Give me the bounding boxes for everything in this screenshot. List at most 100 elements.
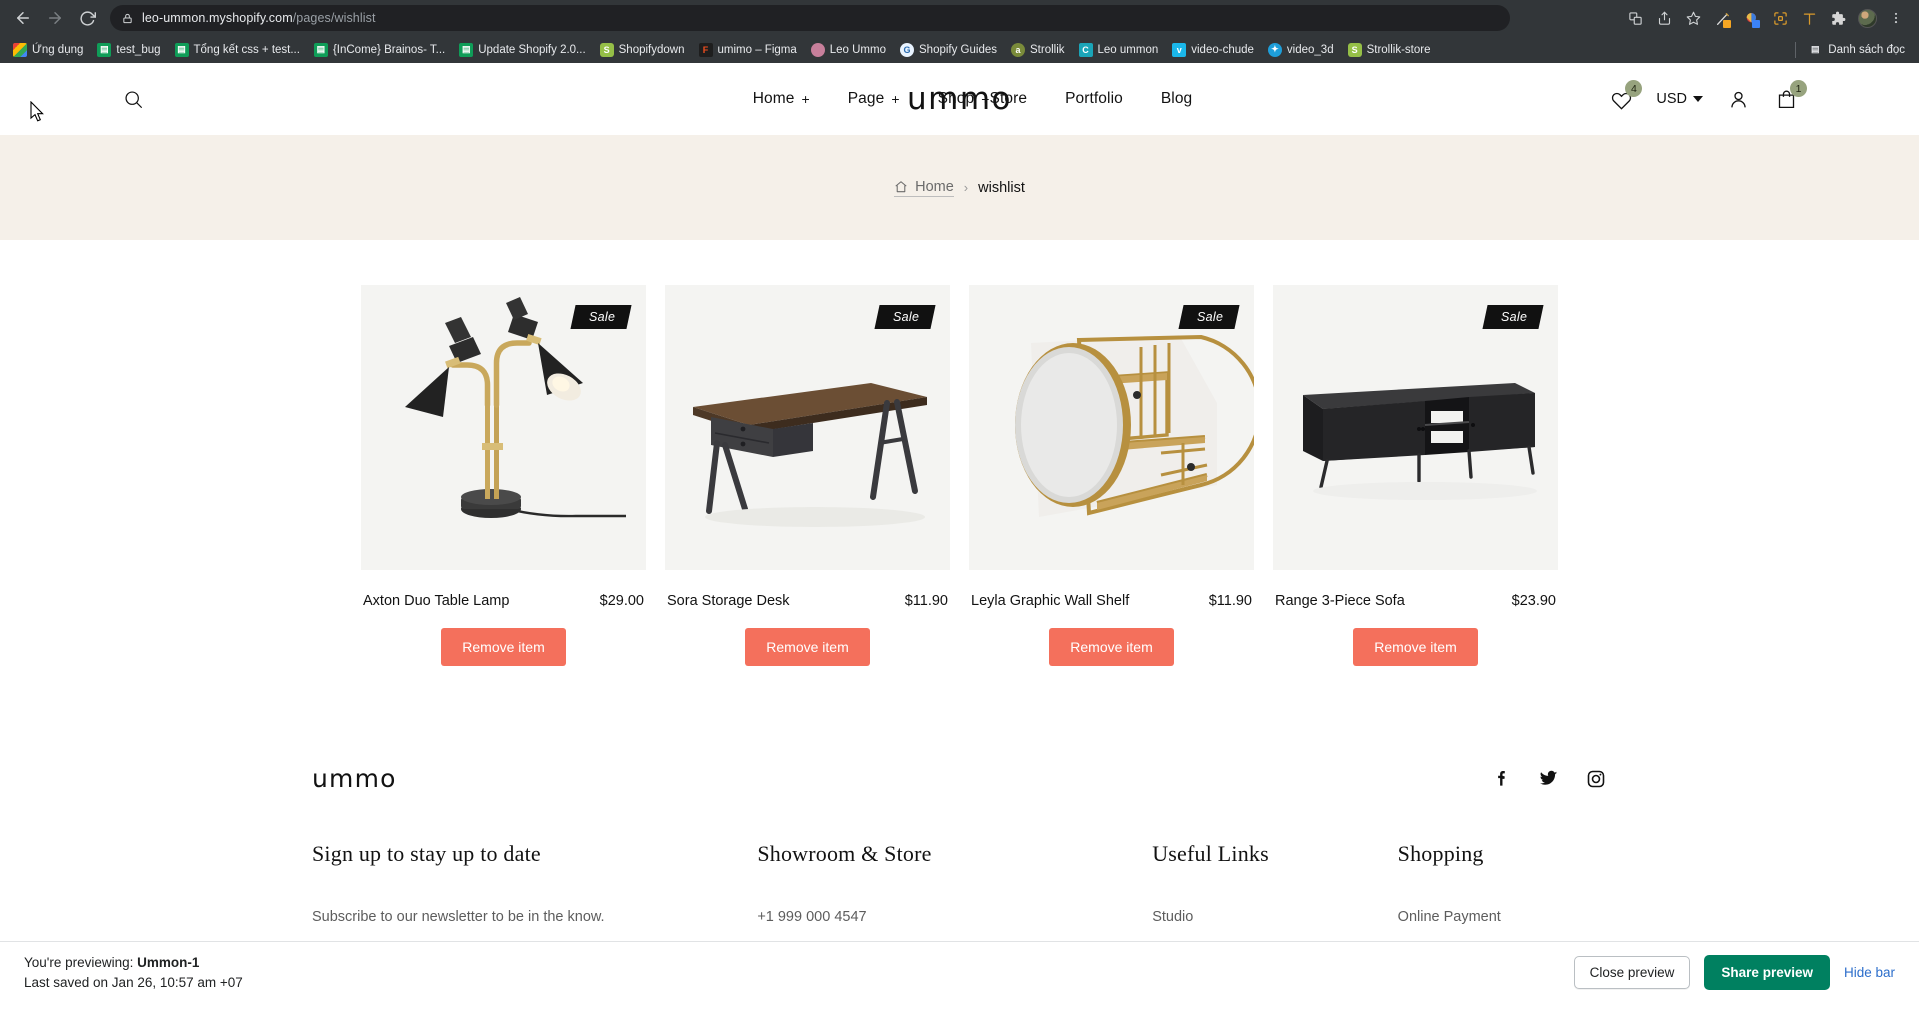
- footer-column-text[interactable]: Studio: [1152, 909, 1397, 925]
- forward-button[interactable]: [40, 3, 70, 33]
- bookmark-label: Tổng kết css + test...: [193, 43, 300, 56]
- nav-item-blog[interactable]: Blog: [1161, 90, 1192, 108]
- product-price: $23.90: [1511, 593, 1556, 609]
- toolbar-right-icons: [1622, 5, 1911, 31]
- nav-item-page[interactable]: Page +: [848, 90, 900, 108]
- close-preview-button[interactable]: Close preview: [1573, 956, 1691, 989]
- bookmark-item[interactable]: ✦ video_3d: [1261, 40, 1341, 60]
- product-meta: Axton Duo Table Lamp $29.00: [361, 570, 646, 609]
- header-utility-icons: 4 USD 1: [1608, 80, 1807, 112]
- footer-column-showroom: Showroom & Store +1 999 000 4547: [757, 841, 1152, 925]
- bookmark-item[interactable]: F umimo – Figma: [692, 40, 804, 60]
- facebook-icon[interactable]: [1489, 768, 1511, 790]
- breadcrumb: Home › wishlist: [894, 179, 1025, 197]
- bookmark-item[interactable]: a Strollik: [1004, 40, 1072, 60]
- bookmark-item[interactable]: ▤ Tổng kết css + test...: [168, 40, 307, 60]
- reload-button[interactable]: [72, 3, 102, 33]
- currency-selector[interactable]: USD: [1656, 91, 1703, 107]
- shopify-guides-icon: G: [900, 42, 914, 57]
- footer-column-title: Sign up to stay up to date: [312, 841, 541, 866]
- translate-icon[interactable]: [1622, 5, 1648, 31]
- bookmark-label: test_bug: [116, 43, 161, 56]
- product-title[interactable]: Leyla Graphic Wall Shelf: [971, 593, 1129, 609]
- share-preview-button[interactable]: Share preview: [1704, 955, 1830, 990]
- lock-icon: [122, 13, 133, 24]
- product-image[interactable]: Sale: [361, 285, 646, 570]
- extension-capture-icon[interactable]: [1767, 5, 1793, 31]
- extension-colorpicker-icon[interactable]: [1738, 5, 1764, 31]
- product-title[interactable]: Sora Storage Desk: [667, 593, 790, 609]
- nav-label: Page: [847, 90, 885, 107]
- bookmark-star-icon[interactable]: [1680, 5, 1706, 31]
- twitter-icon[interactable]: [1537, 768, 1559, 790]
- instagram-icon[interactable]: [1585, 768, 1607, 790]
- bookmark-item[interactable]: ▤ Update Shopify 2.0...: [452, 40, 592, 60]
- wishlist-item: Sale Sora Storage Desk $11.90 Remove ite…: [665, 285, 950, 666]
- footer-column-text[interactable]: Online Payment: [1398, 909, 1607, 925]
- site-logo[interactable]: ummo: [907, 81, 1012, 117]
- preview-last-saved: Last saved on Jan 26, 10:57 am +07: [24, 974, 243, 990]
- product-image[interactable]: Sale: [665, 285, 950, 570]
- bookmark-label: Leo ummon: [1097, 43, 1159, 56]
- bookmark-item[interactable]: C Leo ummon: [1072, 40, 1166, 60]
- remove-item-button[interactable]: Remove item: [441, 628, 566, 666]
- cart-button[interactable]: 1: [1773, 80, 1807, 112]
- profile-avatar[interactable]: [1854, 5, 1880, 31]
- reading-list-label[interactable]: Danh sách đọc: [1828, 44, 1905, 56]
- bookmark-label: Leo Ummo: [829, 43, 886, 56]
- breadcrumb-home-link[interactable]: Home: [894, 179, 954, 197]
- nav-item-portfolio[interactable]: Portfolio: [1065, 90, 1123, 108]
- wishlist-button[interactable]: 4: [1608, 80, 1643, 112]
- nav-item-home[interactable]: Home +: [753, 90, 810, 108]
- extension-ruler-icon[interactable]: [1796, 5, 1822, 31]
- sale-badge-label: Sale: [1500, 310, 1527, 324]
- extensions-puzzle-icon[interactable]: [1825, 5, 1851, 31]
- expand-plus-icon: +: [891, 91, 900, 107]
- address-text: leo-ummon.myshopify.com/pages/wishlist: [142, 11, 376, 25]
- back-button[interactable]: [8, 3, 38, 33]
- search-icon[interactable]: [120, 86, 146, 112]
- expand-plus-icon: +: [801, 91, 810, 107]
- account-button[interactable]: [1725, 86, 1751, 112]
- remove-item-button[interactable]: Remove item: [1353, 628, 1478, 666]
- share-icon[interactable]: [1651, 5, 1677, 31]
- bookmark-item[interactable]: ▤ {InCome} Brainos- T...: [307, 40, 452, 60]
- product-actions: Remove item: [969, 609, 1254, 666]
- bookmark-label: video_3d: [1286, 43, 1334, 56]
- remove-item-button[interactable]: Remove item: [1049, 628, 1174, 666]
- wishlist-count-badge: 4: [1625, 80, 1643, 97]
- strollik-icon: a: [1011, 42, 1025, 57]
- sale-badge: Sale: [570, 305, 632, 329]
- hide-bar-link[interactable]: Hide bar: [1844, 965, 1895, 980]
- sheets-icon: ▤: [313, 42, 328, 57]
- bookmark-item[interactable]: G Shopify Guides: [893, 40, 1004, 60]
- product-title[interactable]: Axton Duo Table Lamp: [363, 593, 509, 609]
- bookmark-item[interactable]: v video-chude: [1165, 40, 1261, 60]
- chrome-menu-icon[interactable]: [1883, 5, 1909, 31]
- product-image[interactable]: Sale: [1273, 285, 1558, 570]
- product-title[interactable]: Range 3-Piece Sofa: [1275, 593, 1405, 609]
- chevron-down-icon: [1693, 96, 1703, 102]
- sheets-icon: ▤: [174, 42, 189, 57]
- product-price: $11.90: [904, 593, 948, 609]
- remove-item-button[interactable]: Remove item: [745, 628, 870, 666]
- sale-badge: Sale: [874, 305, 936, 329]
- leo-ummon-icon: C: [1078, 42, 1093, 57]
- footer-logo[interactable]: ummo: [312, 764, 397, 793]
- bookmark-item[interactable]: ▤ test_bug: [90, 40, 167, 60]
- bookmark-item[interactable]: S Shopifydown: [593, 40, 692, 60]
- product-actions: Remove item: [361, 609, 646, 666]
- product-image[interactable]: Sale: [969, 285, 1254, 570]
- extension-pencil-icon[interactable]: [1709, 5, 1735, 31]
- bookmark-label: {InCome} Brainos- T...: [332, 43, 446, 56]
- bookmark-item[interactable]: Leo Ummo: [804, 40, 893, 60]
- video3d-icon: ✦: [1267, 42, 1282, 57]
- bookmark-item[interactable]: Ứng dụng: [6, 40, 90, 60]
- product-price: $11.90: [1208, 593, 1252, 609]
- bookmark-item[interactable]: S Strollik-store: [1341, 40, 1438, 60]
- sale-badge: Sale: [1482, 305, 1544, 329]
- address-bar[interactable]: leo-ummon.myshopify.com/pages/wishlist: [110, 5, 1510, 31]
- preview-theme-name: Ummon-1: [137, 954, 200, 970]
- footer-column-text: Subscribe to our newsletter to be in the…: [312, 909, 605, 925]
- footer-columns: Sign up to stay up to date Subscribe to …: [312, 833, 1607, 925]
